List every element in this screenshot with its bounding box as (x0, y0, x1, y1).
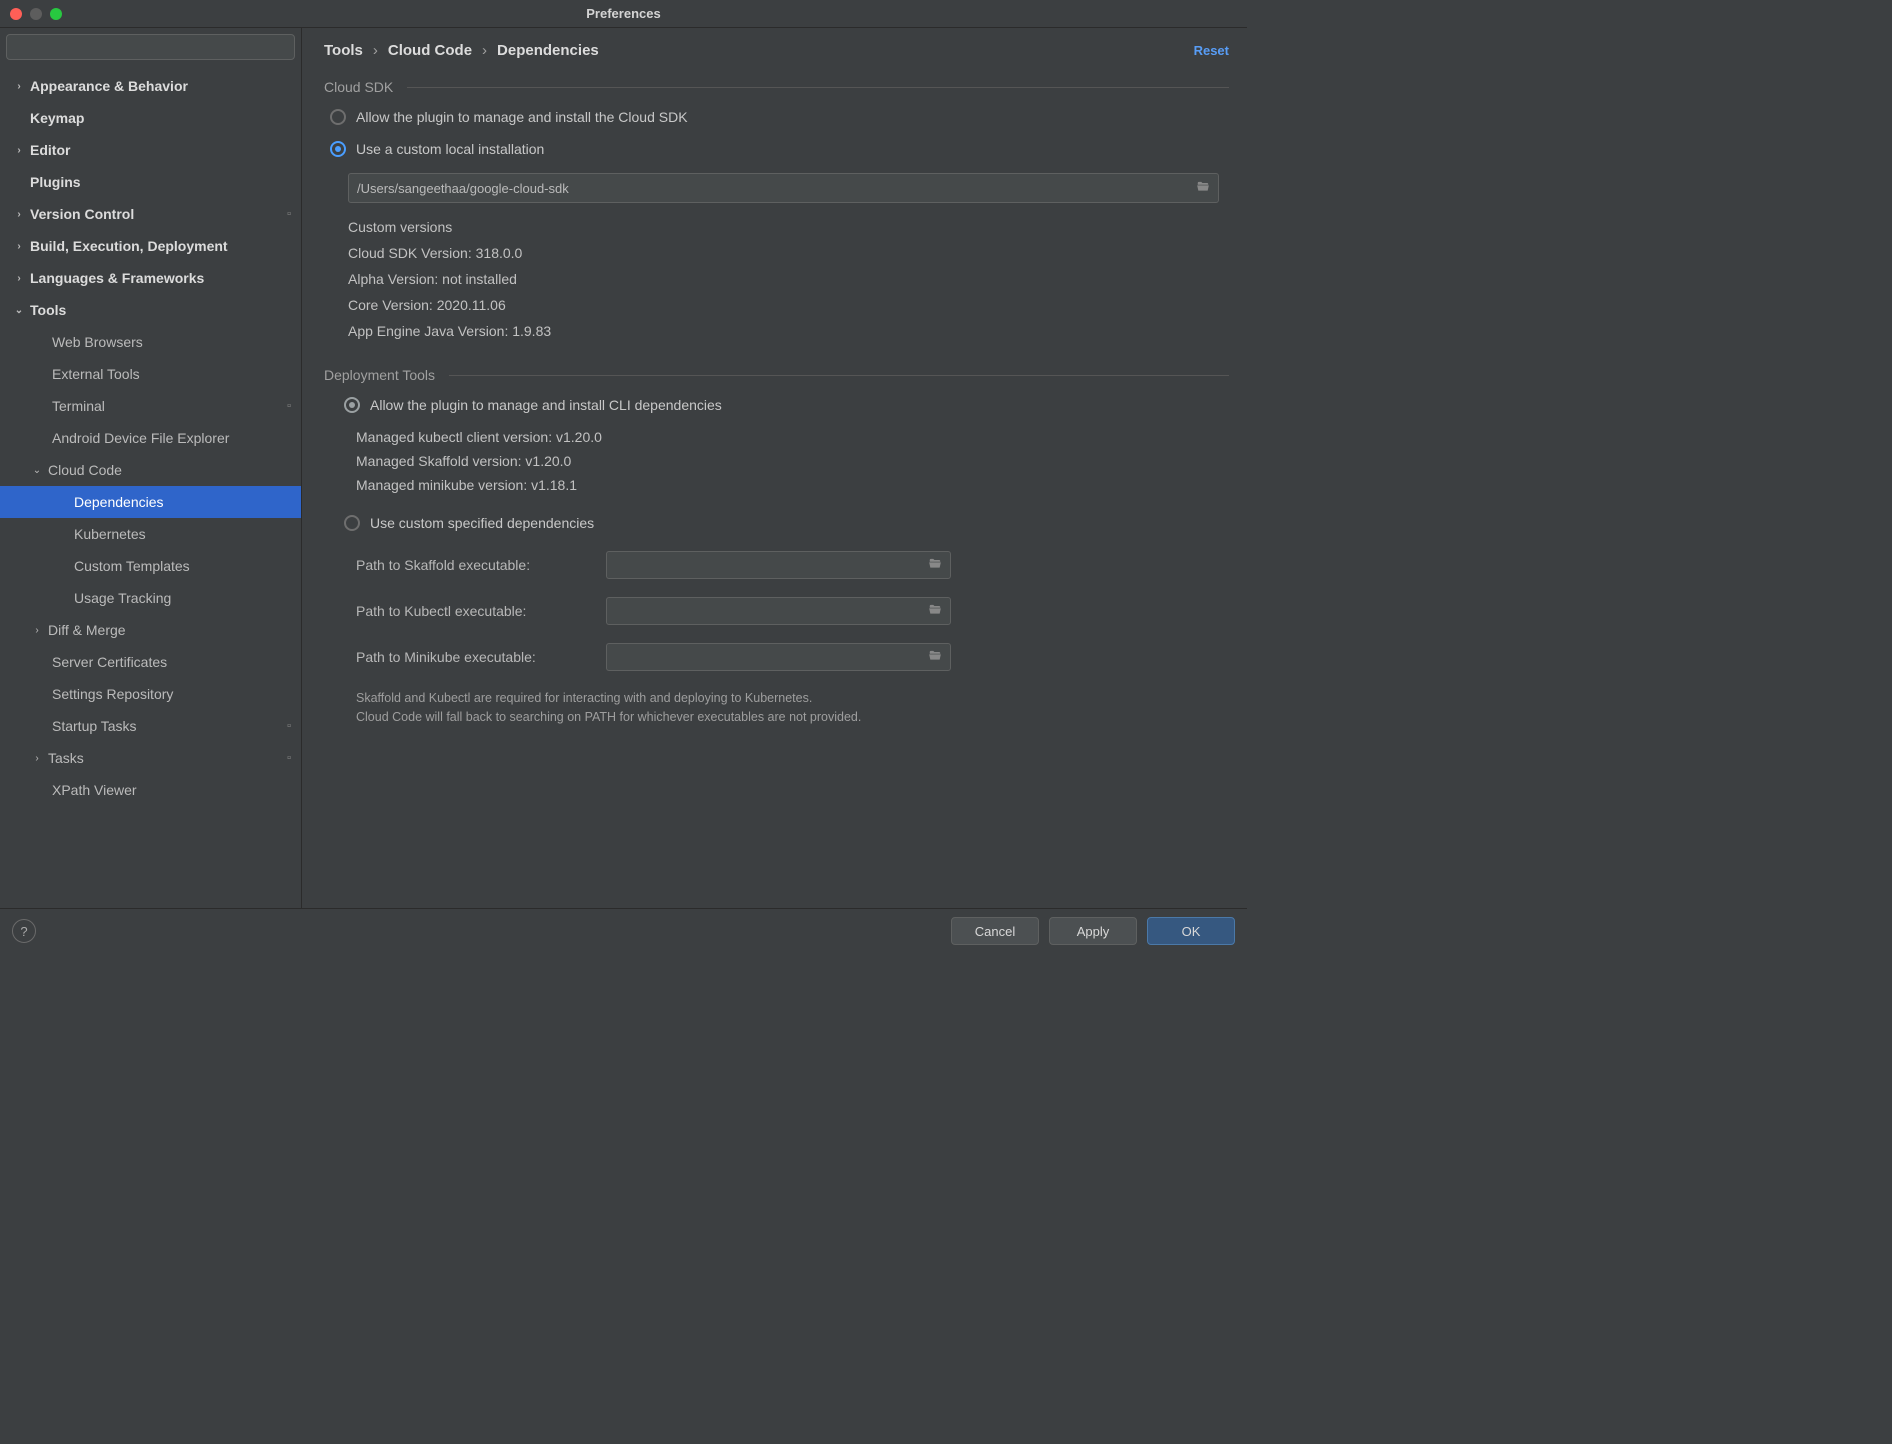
kubectl-path-label: Path to Kubectl executable: (356, 603, 606, 619)
breadcrumb: Tools › Cloud Code › Dependencies (324, 42, 599, 59)
search-box[interactable] (6, 34, 295, 60)
sidebar-item-dependencies[interactable]: Dependencies (0, 486, 301, 518)
sidebar: ›Appearance & Behavior Keymap ›Editor Pl… (0, 28, 302, 908)
section-cloud-sdk: Cloud SDK (324, 79, 1229, 95)
sidebar-item-version-control[interactable]: ›Version Control▫ (0, 198, 301, 230)
nav-tree: ›Appearance & Behavior Keymap ›Editor Pl… (0, 66, 301, 908)
sdk-version-info: Custom versions Cloud SDK Version: 318.0… (348, 219, 1229, 339)
sidebar-item-cloud-code[interactable]: ⌄Cloud Code (0, 454, 301, 486)
sidebar-item-editor[interactable]: ›Editor (0, 134, 301, 166)
sidebar-item-external-tools[interactable]: External Tools (0, 358, 301, 390)
folder-open-icon[interactable] (927, 557, 943, 574)
scope-project-icon: ▫ (287, 208, 291, 220)
deps-note: Skaffold and Kubectl are required for in… (356, 689, 1229, 727)
minikube-path-input[interactable] (606, 643, 951, 671)
sidebar-item-startup-tasks[interactable]: Startup Tasks▫ (0, 710, 301, 742)
minimize-window-button[interactable] (30, 8, 42, 20)
skaffold-path-label: Path to Skaffold executable: (356, 557, 606, 573)
minikube-path-row: Path to Minikube executable: (356, 643, 1229, 671)
scope-project-icon: ▫ (287, 720, 291, 732)
folder-open-icon[interactable] (1195, 180, 1211, 197)
footer: ? Cancel Apply OK (0, 908, 1247, 953)
sidebar-item-android-device[interactable]: Android Device File Explorer (0, 422, 301, 454)
sidebar-item-terminal[interactable]: Terminal▫ (0, 390, 301, 422)
window-title: Preferences (0, 6, 1247, 21)
ok-button[interactable]: OK (1147, 917, 1235, 945)
skaffold-path-input[interactable] (606, 551, 951, 579)
sidebar-item-languages[interactable]: ›Languages & Frameworks (0, 262, 301, 294)
sidebar-item-keymap[interactable]: Keymap (0, 102, 301, 134)
sidebar-item-plugins[interactable]: Plugins (0, 166, 301, 198)
sdk-version-label: Cloud SDK Version: 318.0.0 (348, 245, 1229, 261)
search-input[interactable] (6, 34, 295, 60)
managed-skaffold-label: Managed Skaffold version: v1.20.0 (356, 453, 1229, 469)
chevron-right-icon: › (12, 145, 26, 156)
radio-custom-deps[interactable]: Use custom specified dependencies (344, 515, 1229, 531)
sidebar-item-tools[interactable]: ⌄Tools (0, 294, 301, 326)
sidebar-item-web-browsers[interactable]: Web Browsers (0, 326, 301, 358)
sdk-path-field-wrap (348, 173, 1219, 203)
chevron-right-icon: › (30, 753, 44, 764)
window-controls (10, 8, 62, 20)
custom-versions-label: Custom versions (348, 219, 1229, 235)
sidebar-item-diff-merge[interactable]: ›Diff & Merge (0, 614, 301, 646)
sidebar-item-usage-tracking[interactable]: Usage Tracking (0, 582, 301, 614)
sidebar-item-server-certificates[interactable]: Server Certificates (0, 646, 301, 678)
maximize-window-button[interactable] (50, 8, 62, 20)
sidebar-item-appearance[interactable]: ›Appearance & Behavior (0, 70, 301, 102)
core-version-label: Core Version: 2020.11.06 (348, 297, 1229, 313)
folder-open-icon[interactable] (927, 603, 943, 620)
chevron-right-icon: › (30, 625, 44, 636)
radio-manage-sdk[interactable]: Allow the plugin to manage and install t… (330, 109, 1229, 125)
chevron-down-icon: ⌄ (30, 465, 44, 476)
breadcrumb-cloud-code[interactable]: Cloud Code (388, 42, 472, 59)
content-pane: Tools › Cloud Code › Dependencies Reset … (302, 28, 1247, 908)
breadcrumb-dependencies: Dependencies (497, 42, 599, 59)
titlebar: Preferences (0, 0, 1247, 28)
chevron-down-icon: ⌄ (12, 305, 26, 316)
radio-manage-cli[interactable]: Allow the plugin to manage and install C… (344, 397, 1229, 413)
kubectl-path-input[interactable] (606, 597, 951, 625)
chevron-right-icon: › (12, 241, 26, 252)
scope-project-icon: ▫ (287, 752, 291, 764)
cancel-button[interactable]: Cancel (951, 917, 1039, 945)
sidebar-item-kubernetes[interactable]: Kubernetes (0, 518, 301, 550)
radio-checked-icon[interactable] (330, 141, 346, 157)
radio-checked-icon[interactable] (344, 397, 360, 413)
skaffold-path-row: Path to Skaffold executable: (356, 551, 1229, 579)
alpha-version-label: Alpha Version: not installed (348, 271, 1229, 287)
radio-custom-sdk[interactable]: Use a custom local installation (330, 141, 1229, 157)
sidebar-item-build[interactable]: ›Build, Execution, Deployment (0, 230, 301, 262)
folder-open-icon[interactable] (927, 649, 943, 666)
chevron-right-icon: › (373, 42, 378, 59)
sidebar-item-xpath-viewer[interactable]: XPath Viewer (0, 774, 301, 806)
chevron-right-icon: › (12, 209, 26, 220)
kubectl-path-row: Path to Kubectl executable: (356, 597, 1229, 625)
sidebar-item-settings-repo[interactable]: Settings Repository (0, 678, 301, 710)
close-window-button[interactable] (10, 8, 22, 20)
chevron-right-icon: › (12, 81, 26, 92)
managed-minikube-label: Managed minikube version: v1.18.1 (356, 477, 1229, 493)
sidebar-item-tasks[interactable]: ›Tasks▫ (0, 742, 301, 774)
sidebar-item-custom-templates[interactable]: Custom Templates (0, 550, 301, 582)
radio-icon[interactable] (344, 515, 360, 531)
scope-project-icon: ▫ (287, 400, 291, 412)
reset-link[interactable]: Reset (1194, 43, 1229, 58)
apply-button[interactable]: Apply (1049, 917, 1137, 945)
managed-deps-info: Managed kubectl client version: v1.20.0 … (356, 429, 1229, 493)
breadcrumb-tools[interactable]: Tools (324, 42, 363, 59)
section-deployment-tools: Deployment Tools (324, 367, 1229, 383)
managed-kubectl-label: Managed kubectl client version: v1.20.0 (356, 429, 1229, 445)
appengine-version-label: App Engine Java Version: 1.9.83 (348, 323, 1229, 339)
sdk-path-input[interactable] (348, 173, 1219, 203)
chevron-right-icon: › (12, 273, 26, 284)
chevron-right-icon: › (482, 42, 487, 59)
radio-icon[interactable] (330, 109, 346, 125)
help-button[interactable]: ? (12, 919, 36, 943)
minikube-path-label: Path to Minikube executable: (356, 649, 606, 665)
